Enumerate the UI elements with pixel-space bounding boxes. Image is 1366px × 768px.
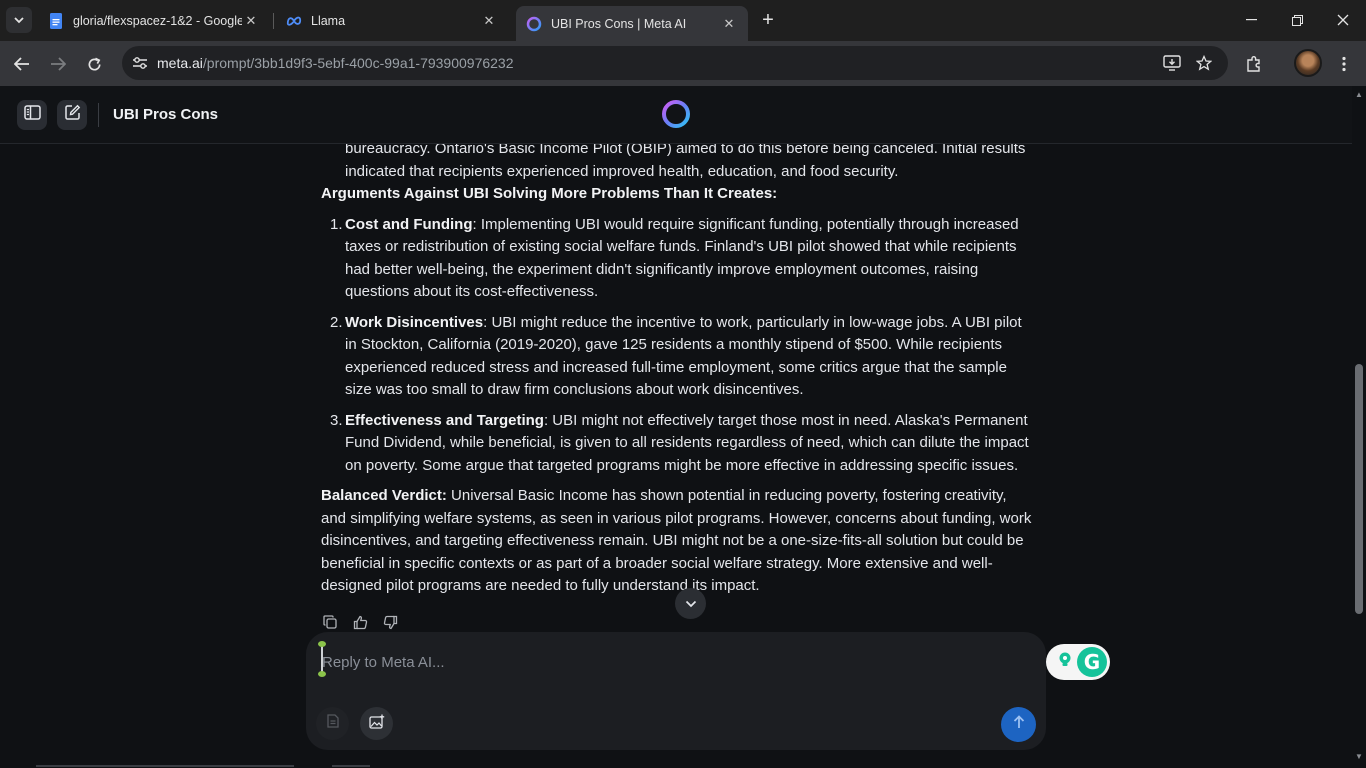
site-settings-icon[interactable] [130,53,150,73]
url-path: /prompt/3bb1d9f3-5ebf-400c-99a1-79390097… [202,55,514,71]
attach-image-button[interactable] [360,707,393,740]
new-tab-plus-icon[interactable]: + [756,8,780,32]
browser-tab-strip: gloria/flexspacez-1&2 - Google ✕ Llama ✕… [0,0,1366,41]
list-item-title: Effectiveness and Targeting [345,411,544,429]
edit-pencil-icon [64,104,81,126]
tab-search-chevron-icon[interactable] [6,7,32,33]
meta-icon [286,13,302,29]
forward-arrow-icon[interactable] [44,50,72,78]
send-button[interactable] [1001,707,1036,742]
against-list: 1. Cost and Funding: Implementing UBI wo… [321,214,1033,478]
thumbs-up-icon[interactable] [352,614,368,630]
url-host: meta.ai [157,55,203,71]
attach-document-button[interactable] [316,707,349,740]
install-app-icon[interactable] [1162,53,1182,73]
scrollbar-thumb[interactable] [1355,364,1363,614]
tab-title: Llama [311,13,346,28]
tab-google-docs[interactable]: gloria/flexspacez-1&2 - Google ✕ [38,6,270,35]
tab-title: UBI Pros Cons | Meta AI [551,16,687,31]
list-item: 1. Cost and Funding: Implementing UBI wo… [321,214,1033,304]
reply-input[interactable] [322,650,1002,674]
app-header: UBI Pros Cons [0,86,1366,144]
scroll-to-bottom-button[interactable] [675,588,706,619]
extensions-puzzle-icon[interactable] [1240,50,1268,78]
close-tab-icon[interactable]: ✕ [720,15,738,33]
scroll-up-arrow-icon[interactable]: ▲ [1355,90,1363,100]
reload-icon[interactable] [80,50,108,78]
list-number: 3. [330,411,343,429]
close-tab-icon[interactable]: ✕ [242,12,260,30]
chat-scroll-area[interactable]: bureaucracy. Ontario's Basic Income Pilo… [0,144,1352,632]
lightbulb-icon[interactable] [1057,651,1073,674]
tab-llama[interactable]: Llama ✕ [276,6,508,35]
page-scrollbar[interactable]: ▲ ▼ [1352,86,1366,768]
list-item: 2. Work Disincentives: UBI might reduce … [321,312,1033,402]
bottom-divider [36,765,294,767]
tab-meta-ai-active[interactable]: UBI Pros Cons | Meta AI ✕ [516,6,748,41]
close-tab-icon[interactable]: ✕ [480,12,498,30]
close-window-icon[interactable] [1320,0,1366,40]
grammarly-logo-icon: G [1077,647,1107,677]
meta-ai-logo-icon [660,98,692,130]
new-chat-button[interactable] [57,100,87,130]
arrow-up-icon [1013,715,1025,734]
conversation-title: UBI Pros Cons [113,106,219,123]
thumbs-down-icon[interactable] [382,614,398,630]
copy-icon[interactable] [322,614,338,630]
chevron-down-icon [685,595,697,613]
grammarly-widget[interactable]: G [1046,644,1110,680]
bottom-divider [332,765,370,767]
toggle-sidebar-button[interactable] [17,100,47,130]
image-plus-icon [368,714,385,734]
header-divider [98,103,99,127]
restore-window-icon[interactable] [1274,0,1320,40]
sidebar-panel-icon [23,105,41,125]
back-arrow-icon[interactable] [8,50,36,78]
verdict-label: Balanced Verdict: [321,487,447,504]
list-number: 2. [330,313,343,331]
intro-continuation-text: bureaucracy. Ontario's Basic Income Pilo… [345,144,1026,180]
google-docs-icon [48,12,64,29]
minimize-window-icon[interactable] [1228,0,1274,40]
browser-toolbar: meta.ai/prompt/3bb1d9f3-5ebf-400c-99a1-7… [0,41,1366,86]
assistant-message: bureaucracy. Ontario's Basic Income Pilo… [321,144,1033,598]
url-text: meta.ai/prompt/3bb1d9f3-5ebf-400c-99a1-7… [157,55,514,71]
bookmark-star-icon[interactable] [1194,53,1214,73]
list-item-title: Cost and Funding [345,215,473,233]
tab-title: gloria/flexspacez-1&2 - Google [73,13,242,28]
browser-menu-icon[interactable] [1330,50,1358,78]
scroll-down-arrow-icon[interactable]: ▼ [1355,752,1363,762]
list-item-title: Work Disincentives [345,313,484,331]
list-number: 1. [330,215,343,233]
reply-composer [306,632,1046,750]
meta-ai-icon [526,16,542,32]
list-item: 3. Effectiveness and Targeting: UBI migh… [321,410,1033,478]
against-heading: Arguments Against UBI Solving More Probl… [321,185,778,202]
tab-separator [273,13,274,29]
verdict-paragraph: Balanced Verdict: Universal Basic Income… [321,485,1033,598]
message-actions [322,614,398,632]
profile-avatar[interactable] [1294,49,1322,77]
document-icon [326,714,339,733]
address-bar[interactable]: meta.ai/prompt/3bb1d9f3-5ebf-400c-99a1-7… [122,46,1228,80]
